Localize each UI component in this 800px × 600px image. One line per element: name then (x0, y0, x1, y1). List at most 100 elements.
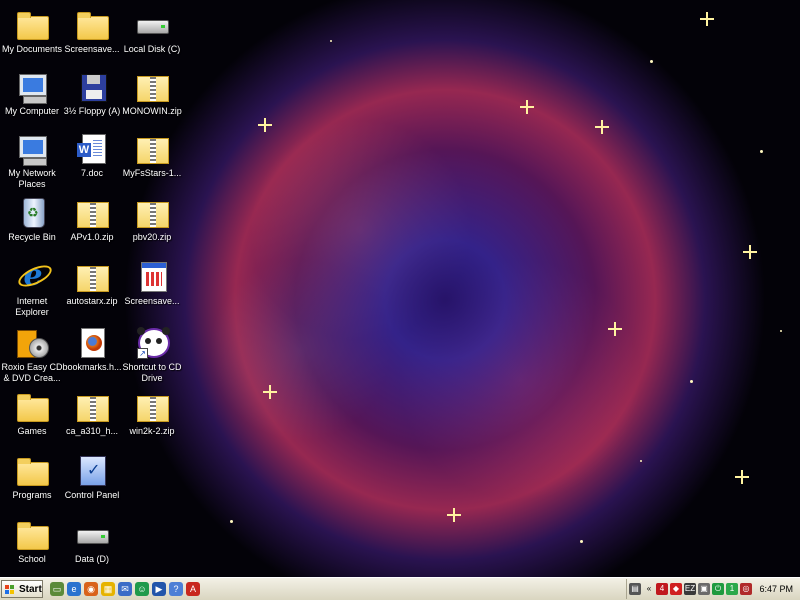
floppy-drive-icon (75, 70, 109, 104)
icon-label: autostarx.zip (66, 296, 118, 306)
show-desktop-icon[interactable]: ▭ (50, 582, 64, 596)
star-decoration (743, 245, 757, 259)
icon-label: My Network Places (8, 168, 56, 189)
network-places-icon (15, 132, 49, 166)
star-decoration (447, 508, 461, 522)
windows-media-player-icon[interactable]: ▶ (152, 582, 166, 596)
desktop-icon-games[interactable]: Games (0, 386, 64, 450)
system-tray: ▤ « 4 ◆ EZ ▣ ⏻ 1 ◎ 6:47 PM (626, 579, 799, 599)
icon-label: Control Panel (64, 490, 120, 500)
icon-label: My Computer (4, 106, 59, 116)
folder-icon (15, 518, 49, 552)
zip-folder-icon (75, 260, 109, 294)
ez-icon[interactable]: EZ (684, 583, 696, 595)
star-decoration (760, 150, 763, 153)
internet-explorer-icon[interactable]: e (67, 582, 81, 596)
desktop-icon-local-disk[interactable]: Local Disk (C) (120, 4, 184, 68)
media-icon[interactable]: ▦ (101, 582, 115, 596)
chevron-left-icon[interactable]: « (643, 583, 655, 595)
desktop-icon-my-network-places[interactable]: My Network Places (0, 128, 64, 192)
desktop-icon-floppy[interactable]: 3½ Floppy (A) (60, 66, 124, 130)
monitor-app-icon[interactable]: ◎ (740, 583, 752, 595)
folder-icon (15, 454, 49, 488)
icon-label: ca_a310_h... (65, 426, 119, 436)
drive-icon (75, 518, 109, 552)
start-button[interactable]: Start (1, 580, 43, 598)
green-app-icon[interactable]: 1 (726, 583, 738, 595)
icon-label: Programs (12, 490, 52, 500)
desktop-icon-control-panel[interactable]: Control Panel (60, 450, 124, 514)
desktop-icon-screensaver-file[interactable]: Screensave... (120, 256, 184, 320)
star-decoration (580, 540, 583, 543)
zip-folder-icon (135, 390, 169, 424)
icon-label: Local Disk (C) (123, 44, 181, 54)
star-decoration (650, 60, 653, 63)
icon-label: MyFsStars-1... (122, 168, 182, 178)
folder-icon (75, 8, 109, 42)
desktop-icon-pbv20-zip[interactable]: pbv20.zip (120, 192, 184, 256)
star-decoration (520, 100, 534, 114)
icon-label: APv1.0.zip (70, 232, 114, 242)
desktop[interactable]: My Documents My Computer My Network Plac… (0, 0, 800, 577)
desktop-icon-cd-drive-shortcut[interactable]: ↗ Shortcut to CD Drive (120, 322, 184, 386)
desktop-icon-school[interactable]: School (0, 514, 64, 577)
icon-label: bookmarks.h... (62, 362, 122, 372)
icon-label: Roxio Easy CD & DVD Crea... (1, 362, 63, 383)
start-label: Start (19, 584, 42, 595)
desktop-icon-my-documents[interactable]: My Documents (0, 4, 64, 68)
icon-label: 7.doc (80, 168, 104, 178)
clock[interactable]: 6:47 PM (759, 582, 793, 596)
network-icon[interactable]: ▣ (698, 583, 710, 595)
icon-label: Data (D) (74, 554, 109, 564)
power-icon[interactable]: ⏻ (712, 583, 724, 595)
icon-label: Recycle Bin (8, 232, 56, 242)
desktop-icon-win2k-zip[interactable]: win2k-2.zip (120, 386, 184, 450)
adobe-icon[interactable]: A (186, 582, 200, 596)
icon-label: Internet Explorer (15, 296, 49, 317)
outlook-icon[interactable]: ✉ (118, 582, 132, 596)
desktop-icon-internet-explorer[interactable]: e Internet Explorer (0, 256, 64, 320)
antivirus-icon[interactable]: ◆ (670, 583, 682, 595)
desktop-icon-bookmarks[interactable]: bookmarks.h... (60, 322, 124, 386)
desktop-icon-7-doc[interactable]: 7.doc (60, 128, 124, 192)
icon-label: 3½ Floppy (A) (63, 106, 121, 116)
messenger-icon[interactable]: ☺ (135, 582, 149, 596)
logmein-icon[interactable]: 4 (656, 583, 668, 595)
help-icon[interactable]: ? (169, 582, 183, 596)
star-decoration (258, 118, 272, 132)
icon-label: MONOWIN.zip (122, 106, 182, 116)
icon-label: Games (17, 426, 47, 436)
icon-label: Shortcut to CD Drive (122, 362, 182, 383)
star-decoration (595, 120, 609, 134)
icon-label: Screensave... (64, 44, 120, 54)
desktop-icon-autostarx-zip[interactable]: autostarx.zip (60, 256, 124, 320)
star-decoration (230, 520, 233, 523)
screensaver-file-icon (135, 260, 169, 294)
computer-icon (15, 70, 49, 104)
zip-folder-icon (75, 196, 109, 230)
star-decoration (640, 460, 642, 462)
zip-folder-icon (135, 132, 169, 166)
desktop-icon-screensavers-folder[interactable]: Screensave... (60, 4, 124, 68)
desktop-icon-apv-zip[interactable]: APv1.0.zip (60, 192, 124, 256)
recycle-bin-icon (15, 196, 49, 230)
desktop-icon-roxio[interactable]: Roxio Easy CD & DVD Crea... (0, 322, 64, 386)
desktop-icon-myfsstars[interactable]: MyFsStars-1... (120, 128, 184, 192)
icon-label: Screensave... (124, 296, 180, 306)
star-decoration (780, 330, 782, 332)
star-decoration (608, 322, 622, 336)
desktop-icon-ca-a310[interactable]: ca_a310_h... (60, 386, 124, 450)
zip-folder-icon (75, 390, 109, 424)
icon-label: pbv20.zip (132, 232, 172, 242)
folder-icon (15, 390, 49, 424)
desktop-icon-recycle-bin[interactable]: Recycle Bin (0, 192, 64, 256)
word-document-icon (75, 132, 109, 166)
desktop-icon-programs[interactable]: Programs (0, 450, 64, 514)
desktop-icon-my-computer[interactable]: My Computer (0, 66, 64, 130)
firefox-icon[interactable]: ◉ (84, 582, 98, 596)
desktop-icon-data-drive[interactable]: Data (D) (60, 514, 124, 577)
clipboard-icon[interactable]: ▤ (629, 583, 641, 595)
internet-explorer-icon: e (15, 260, 49, 294)
desktop-icon-monowin-zip[interactable]: MONOWIN.zip (120, 66, 184, 130)
icon-label: My Documents (1, 44, 63, 54)
